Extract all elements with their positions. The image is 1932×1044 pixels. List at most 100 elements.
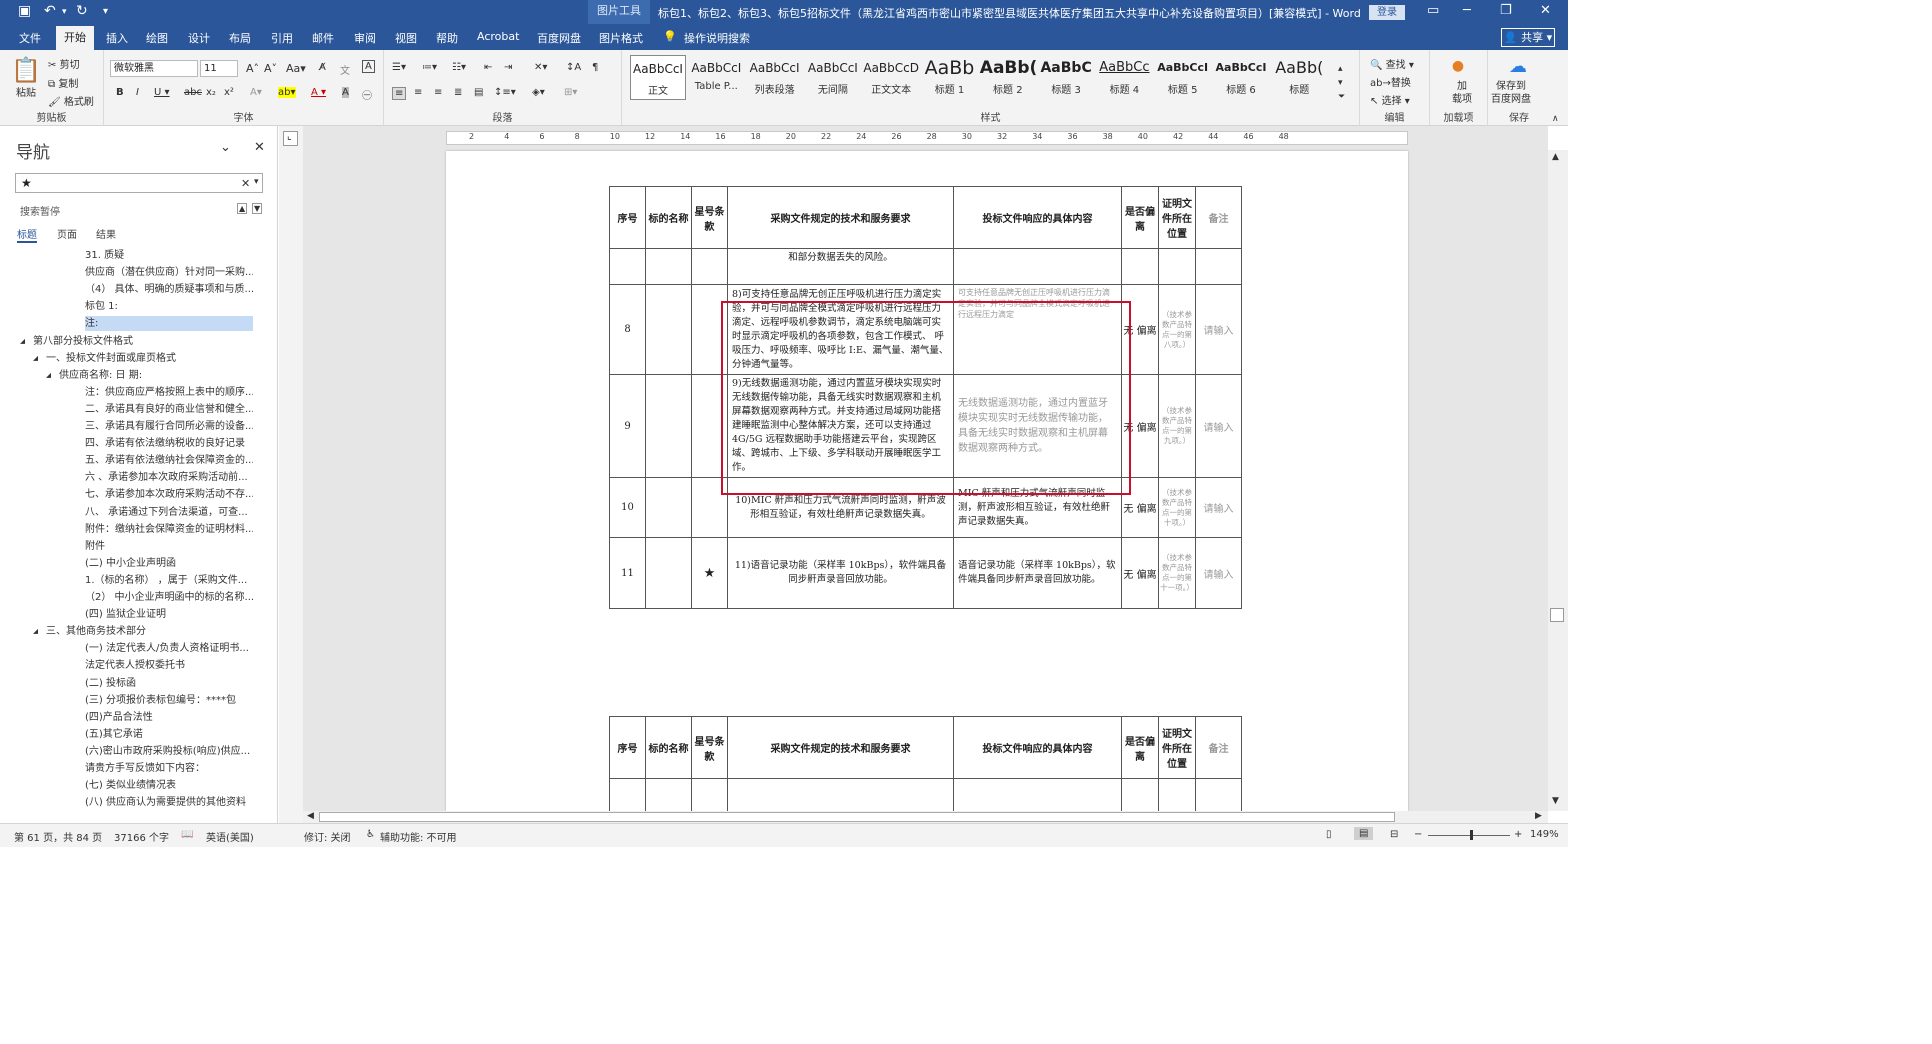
nav-heading-item[interactable]: 一、投标文件封面或扉页格式	[46, 351, 253, 366]
borders-icon[interactable]: ⊞▾	[564, 87, 577, 98]
zoom-out-icon[interactable]: −	[1414, 829, 1422, 840]
italic-icon[interactable]: I	[136, 87, 139, 98]
show-marks-icon[interactable]: ¶	[592, 62, 598, 73]
nav-tab-results[interactable]: 结果	[96, 226, 116, 241]
nav-heading-item[interactable]: （2） 中小企业声明函中的标的名称...	[85, 590, 253, 605]
customize-qat-icon[interactable]: ▾	[103, 6, 108, 17]
track-changes-status[interactable]: 修订: 关闭	[304, 829, 351, 844]
accessibility-status[interactable]: 辅助功能: 不可用	[380, 829, 457, 844]
shrink-font-icon[interactable]: A˅	[264, 62, 277, 75]
text-effects-icon[interactable]: A▾	[250, 87, 262, 98]
enclose-char-icon[interactable]: ㊀	[362, 87, 372, 102]
collapse-arrow-icon[interactable]: ◢	[20, 334, 25, 349]
strikethrough-icon[interactable]: abc	[184, 87, 202, 98]
nav-heading-item[interactable]: 二、承诺具有良好的商业信誉和健全...	[85, 402, 253, 417]
grow-font-icon[interactable]: A˄	[246, 62, 259, 75]
font-name-combo[interactable]: 微软雅黑	[110, 60, 198, 77]
format-painter-button[interactable]: 🖌 格式刷	[48, 93, 94, 108]
row-note[interactable]: 请输入	[1195, 537, 1242, 609]
highlight-icon[interactable]: ab▾	[278, 87, 296, 98]
nav-tab-headings[interactable]: 标题	[17, 226, 37, 243]
style-3[interactable]: AaBbCcI 列表段落	[747, 55, 803, 100]
tab-mailings[interactable]: 邮件	[312, 30, 334, 46]
chinese-layout-icon[interactable]: ✕▾	[534, 62, 547, 73]
style-1[interactable]: AaBbCcI 正文	[630, 55, 686, 100]
save-icon[interactable]: ▣	[18, 3, 31, 19]
nav-close-icon[interactable]: ✕	[254, 140, 265, 155]
document-page[interactable]: 序号 标的名称 星号条款 采购文件规定的技术和服务要求 投标文件响应的具体内容 …	[446, 151, 1408, 811]
vertical-scrollbar[interactable]: ▲ ▼	[1548, 150, 1568, 811]
collapse-arrow-icon[interactable]: ◢	[33, 624, 38, 639]
style-8[interactable]: AaBbC 标题 3	[1038, 55, 1094, 100]
scroll-right-icon[interactable]: ▶	[1535, 811, 1542, 821]
row-note[interactable]: 请输入	[1195, 477, 1242, 538]
style-10[interactable]: AaBbCcI 标题 5	[1155, 55, 1211, 100]
tab-review[interactable]: 审阅	[354, 30, 376, 46]
nav-heading-item[interactable]: 五、承诺有依法缴纳社会保障资金的...	[85, 453, 253, 468]
row-response[interactable]: 语音记录功能（采样率 10kBps），软件端具备同步鼾声录音回放功能。	[953, 537, 1122, 609]
restore-icon[interactable]: ❐	[1500, 3, 1512, 18]
decrease-indent-icon[interactable]: ⇤	[484, 62, 492, 73]
prev-result-icon[interactable]: ▲	[237, 203, 248, 214]
nav-heading-item[interactable]: 供应商名称: 日 期:	[59, 368, 253, 383]
word-count[interactable]: 37166 个字	[114, 829, 169, 844]
addins-button[interactable]: 加 载项	[1452, 80, 1472, 106]
nav-heading-item[interactable]: (二) 中小企业声明函	[85, 556, 253, 571]
read-mode-icon[interactable]: ▯	[1326, 829, 1332, 840]
style-2[interactable]: AaBbCcI Table P...	[688, 55, 744, 100]
baidu-cloud-icon[interactable]: ☁	[1502, 56, 1534, 77]
zoom-slider[interactable]	[1428, 835, 1510, 836]
style-9[interactable]: AaBbCc 标题 4	[1096, 55, 1152, 100]
style-7[interactable]: AaBb(标题 2	[980, 55, 1038, 100]
nav-heading-item[interactable]: (二) 投标函	[85, 676, 253, 691]
nav-heading-item[interactable]: 三、承诺具有履行合同所必需的设备...	[85, 419, 253, 434]
ribbon-display-icon[interactable]: ▭	[1427, 3, 1439, 18]
collapse-arrow-icon[interactable]: ◢	[33, 351, 38, 366]
nav-heading-item[interactable]: 六 、承诺参加本次政府采购活动前...	[85, 470, 253, 485]
gallery-down-icon[interactable]: ▾	[1338, 78, 1343, 88]
tab-insert[interactable]: 插入	[106, 30, 128, 46]
nav-heading-item[interactable]: （4） 具体、明确的质疑事项和与质...	[85, 282, 253, 297]
nav-heading-item[interactable]: 供应商（潜在供应商）针对同一采购...	[85, 265, 253, 280]
chevron-down-icon[interactable]: ▾	[62, 7, 67, 17]
style-11[interactable]: AaBbCcI 标题 6	[1213, 55, 1269, 100]
scroll-down-icon[interactable]: ▼	[1552, 796, 1559, 806]
superscript-icon[interactable]: x²	[224, 87, 234, 98]
underline-icon[interactable]: U ▾	[154, 87, 170, 98]
tab-selector[interactable]: ⌞	[283, 131, 298, 146]
row-note[interactable]: 请输入	[1195, 284, 1242, 375]
print-layout-icon[interactable]: ▤	[1354, 827, 1374, 840]
zoom-slider-thumb[interactable]	[1470, 830, 1473, 840]
redo-icon[interactable]: ↻	[76, 3, 88, 19]
login-button[interactable]: 登录	[1369, 5, 1405, 20]
horizontal-ruler[interactable]: 2 4 6 8 10 12 14 16 18 20 22 24 26 28 30 32 34 36 38 40 42 44…	[446, 131, 1408, 145]
nav-heading-item[interactable]: (五)其它承诺	[85, 727, 253, 742]
search-options-icon[interactable]: ▾	[254, 177, 259, 187]
minimize-icon[interactable]: ─	[1463, 3, 1471, 18]
nav-heading-item[interactable]: (七) 类似业绩情况表	[85, 778, 253, 793]
find-button[interactable]: 🔍 查找 ▾	[1370, 56, 1414, 71]
nav-heading-item[interactable]: (四)产品合法性	[85, 710, 253, 725]
tab-file[interactable]: 文件	[19, 30, 41, 46]
undo-icon[interactable]: ↶	[44, 3, 56, 19]
distributed-icon[interactable]: ▤	[474, 87, 483, 98]
nav-heading-item[interactable]: 标包 1:	[85, 299, 253, 314]
nav-heading-item[interactable]: 注:	[85, 316, 253, 332]
replace-button[interactable]: ab→替换	[1370, 74, 1411, 89]
web-layout-icon[interactable]: ⊟	[1390, 829, 1398, 840]
nav-heading-item[interactable]: (八) 供应商认为需要提供的其他资料	[85, 795, 253, 810]
tell-me-search[interactable]: 操作说明搜索	[684, 30, 750, 46]
subscript-icon[interactable]: x₂	[206, 87, 216, 98]
nav-tab-pages[interactable]: 页面	[57, 226, 77, 241]
gallery-up-icon[interactable]: ▴	[1338, 64, 1343, 74]
tech-compliance-table-next[interactable]: 序号 标的名称 星号条款 采购文件规定的技术和服务要求 投标文件响应的具体内容 …	[609, 716, 1242, 811]
h-scroll-thumb[interactable]	[319, 812, 1395, 822]
justify-icon[interactable]: ≣	[454, 87, 462, 98]
scroll-left-icon[interactable]: ◀	[307, 811, 314, 821]
tab-baidu[interactable]: 百度网盘	[537, 30, 581, 46]
select-button[interactable]: ↖ 选择 ▾	[1370, 92, 1410, 107]
clear-formatting-icon[interactable]: A̸	[319, 62, 326, 73]
paste-button[interactable]: 粘贴	[16, 84, 36, 99]
numbering-icon[interactable]: ≔▾	[422, 62, 437, 73]
font-size-combo[interactable]: 11	[200, 60, 238, 77]
